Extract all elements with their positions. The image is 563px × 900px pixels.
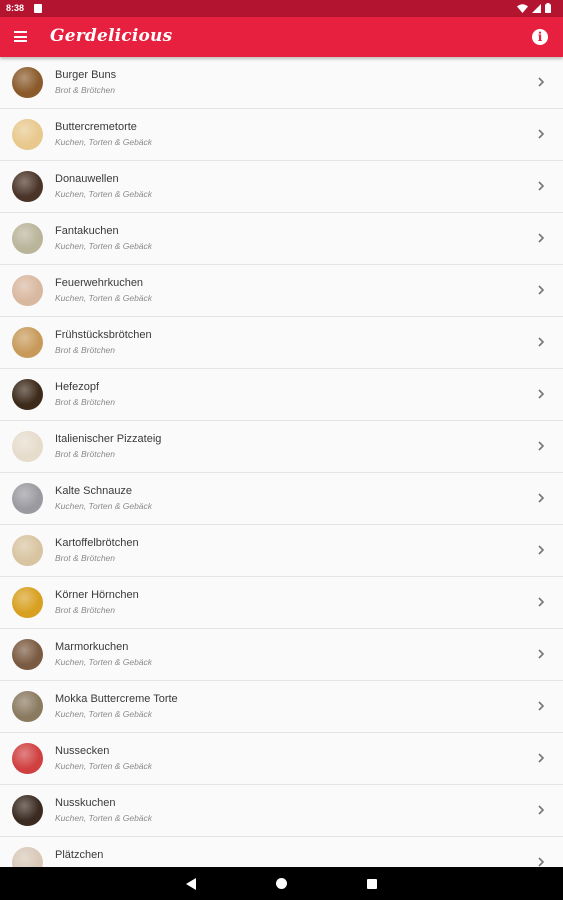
recipe-list-item[interactable]: Hefezopf Brot & Brötchen bbox=[0, 369, 563, 421]
recipe-name: Kalte Schnauze bbox=[55, 485, 133, 497]
chevron-right-icon bbox=[538, 753, 545, 763]
chevron-right-icon bbox=[538, 233, 545, 243]
recipe-thumbnail bbox=[12, 223, 43, 254]
recipe-thumbnail bbox=[12, 119, 43, 150]
chevron-right-icon bbox=[538, 129, 545, 139]
recipe-thumbnail bbox=[12, 535, 43, 566]
recipe-name: Burger Buns bbox=[55, 69, 117, 81]
recipe-thumbnail bbox=[12, 639, 43, 670]
chevron-right-icon bbox=[538, 649, 545, 659]
recipe-list-item[interactable]: Frühstücksbrötchen Brot & Brötchen bbox=[0, 317, 563, 369]
chevron-right-icon bbox=[538, 181, 545, 191]
recipe-category: Kuchen, Torten & Gebäck bbox=[55, 657, 153, 667]
recipe-name: Donauwellen bbox=[55, 173, 119, 185]
recipe-name: Nusskuchen bbox=[55, 797, 116, 809]
status-icons bbox=[517, 3, 551, 13]
recipe-category: Kuchen, Torten & Gebäck bbox=[55, 241, 153, 251]
info-icon[interactable]: i bbox=[532, 29, 548, 45]
recipe-thumbnail bbox=[12, 67, 43, 98]
recipe-category: Brot & Brötchen bbox=[55, 397, 116, 407]
recipe-list-item[interactable]: Kartoffelbrötchen Brot & Brötchen bbox=[0, 525, 563, 577]
recipe-category: Kuchen, Torten & Gebäck bbox=[55, 501, 153, 511]
app-title: Gerdelicious bbox=[50, 26, 173, 46]
recipe-list-item[interactable]: Italienischer Pizzateig Brot & Brötchen bbox=[0, 421, 563, 473]
recipe-category: Brot & Brötchen bbox=[55, 553, 116, 563]
navigation-bar bbox=[0, 867, 563, 900]
recipe-list-item[interactable]: Kalte Schnauze Kuchen, Torten & Gebäck bbox=[0, 473, 563, 525]
recipe-name: Mokka Buttercreme Torte bbox=[55, 693, 178, 705]
recipe-name: Buttercremetorte bbox=[55, 121, 137, 133]
chevron-right-icon bbox=[538, 389, 545, 399]
recipe-category: Brot & Brötchen bbox=[55, 85, 116, 95]
recipe-category: Kuchen, Torten & Gebäck bbox=[55, 761, 153, 771]
recipe-list-item[interactable]: Buttercremetorte Kuchen, Torten & Gebäck bbox=[0, 109, 563, 161]
recipe-name: Hefezopf bbox=[55, 381, 100, 393]
chevron-right-icon bbox=[538, 857, 545, 867]
recipe-list-item[interactable]: Nussecken Kuchen, Torten & Gebäck bbox=[0, 733, 563, 785]
notification-icon bbox=[34, 4, 42, 13]
recipe-category: Brot & Brötchen bbox=[55, 605, 116, 615]
chevron-right-icon bbox=[538, 701, 545, 711]
back-icon[interactable] bbox=[186, 878, 196, 890]
recipe-category: Kuchen, Torten & Gebäck bbox=[55, 709, 153, 719]
recipe-name: Plätzchen bbox=[55, 849, 104, 861]
recipe-thumbnail bbox=[12, 171, 43, 202]
home-icon[interactable] bbox=[276, 878, 287, 889]
chevron-right-icon bbox=[538, 545, 545, 555]
recipe-category: Kuchen, Torten & Gebäck bbox=[55, 813, 153, 823]
recipe-category: Kuchen, Torten & Gebäck bbox=[55, 137, 153, 147]
chevron-right-icon bbox=[538, 77, 545, 87]
recipe-list-item[interactable]: Marmorkuchen Kuchen, Torten & Gebäck bbox=[0, 629, 563, 681]
recipe-thumbnail bbox=[12, 691, 43, 722]
status-time: 8:38 bbox=[6, 3, 25, 13]
recipe-name: Feuerwehrkuchen bbox=[55, 277, 144, 289]
recipe-name: Frühstücksbrötchen bbox=[55, 329, 152, 341]
recipe-thumbnail bbox=[12, 587, 43, 618]
chevron-right-icon bbox=[538, 805, 545, 815]
wifi-icon bbox=[517, 3, 528, 13]
signal-icon bbox=[532, 3, 541, 13]
recipe-list-item[interactable]: Nusskuchen Kuchen, Torten & Gebäck bbox=[0, 785, 563, 837]
recipe-name: Nussecken bbox=[55, 745, 110, 757]
recipe-list-item[interactable]: Feuerwehrkuchen Kuchen, Torten & Gebäck bbox=[0, 265, 563, 317]
recipe-thumbnail bbox=[12, 743, 43, 774]
recipe-list: Burger Buns Brot & Brötchen Buttercremetor… bbox=[0, 57, 563, 867]
recents-icon[interactable] bbox=[367, 879, 377, 889]
recipe-thumbnail bbox=[12, 431, 43, 462]
chevron-right-icon bbox=[538, 337, 545, 347]
chevron-right-icon bbox=[538, 285, 545, 295]
recipe-list-item[interactable]: Körner Hörnchen Brot & Brötchen bbox=[0, 577, 563, 629]
chevron-right-icon bbox=[538, 441, 545, 451]
recipe-list-item[interactable]: Donauwellen Kuchen, Torten & Gebäck bbox=[0, 161, 563, 213]
status-bar: 8:38 bbox=[0, 0, 563, 17]
menu-icon[interactable] bbox=[14, 31, 27, 42]
recipe-thumbnail bbox=[12, 379, 43, 410]
recipe-category: Kuchen, Torten & Gebäck bbox=[55, 293, 153, 303]
recipe-list-item[interactable]: PlätzchenKuchen, Torten & Gebäck bbox=[0, 837, 563, 867]
recipe-thumbnail bbox=[12, 795, 43, 826]
recipe-name: Kartoffelbrötchen bbox=[55, 537, 139, 549]
recipe-category: Brot & Brötchen bbox=[55, 449, 116, 459]
chevron-right-icon bbox=[538, 597, 545, 607]
recipe-thumbnail bbox=[12, 483, 43, 514]
recipe-name: Italienischer Pizzateig bbox=[55, 433, 162, 445]
recipe-category: Brot & Brötchen bbox=[55, 345, 116, 355]
app-bar: Gerdelicious i bbox=[0, 17, 563, 57]
recipe-name: Fantakuchen bbox=[55, 225, 119, 237]
recipe-thumbnail bbox=[12, 327, 43, 358]
recipe-category: Kuchen, Torten & Gebäck bbox=[55, 189, 153, 199]
chevron-right-icon bbox=[538, 493, 545, 503]
recipe-name: Marmorkuchen bbox=[55, 641, 129, 653]
recipe-list-item[interactable]: Mokka Buttercreme Torte Kuchen, Torten & … bbox=[0, 681, 563, 733]
recipe-thumbnail bbox=[12, 275, 43, 306]
recipe-list-item[interactable]: Burger Buns Brot & Brötchen bbox=[0, 57, 563, 109]
recipe-list-item[interactable]: Fantakuchen Kuchen, Torten & Gebäck bbox=[0, 213, 563, 265]
recipe-name: Körner Hörnchen bbox=[55, 589, 139, 601]
recipe-thumbnail bbox=[12, 847, 43, 867]
battery-icon bbox=[545, 3, 551, 13]
